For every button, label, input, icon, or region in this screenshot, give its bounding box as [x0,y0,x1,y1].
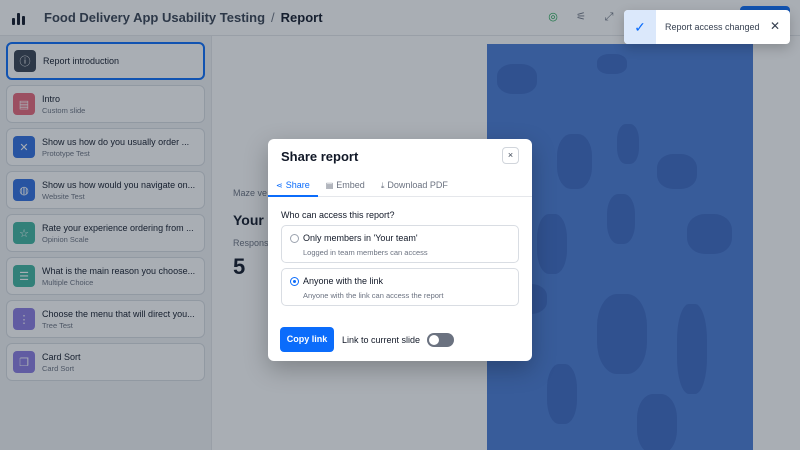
close-icon[interactable]: ✕ [770,19,780,33]
link-to-current-slide-toggle[interactable] [427,333,454,347]
copy-link-button[interactable]: Copy link [280,327,334,352]
dialog-title: Share report [281,149,359,164]
close-icon[interactable]: × [502,147,519,164]
tab-embed[interactable]: ▤ Embed [318,175,373,197]
download-icon: ⤓ [380,181,385,190]
checkmark-icon: ✓ [624,10,656,44]
option-title: Only members in 'Your team' [303,233,418,243]
tab-share[interactable]: ⋖ Share [268,175,318,197]
option-subtitle: Logged in team members can access [303,248,428,257]
tab-label: Share [285,180,310,190]
radio-anyone[interactable] [290,277,299,286]
share-tabs: ⋖ Share ▤ Embed ⤓ Download PDF [268,175,532,197]
radio-team[interactable] [290,234,299,243]
toast-message: Report access changed [665,22,760,32]
tab-label: Download PDF [387,180,448,190]
tab-download-pdf[interactable]: ⤓ Download PDF [373,175,456,197]
tab-label: Embed [336,180,365,190]
embed-icon: ▤ [325,181,334,190]
access-option-anyone[interactable]: Anyone with the link Anyone with the lin… [281,268,519,306]
notification-toast: ✓ Report access changed ✕ [624,10,790,44]
option-subtitle: Anyone with the link can access the repo… [303,291,444,300]
option-title: Anyone with the link [303,276,384,286]
access-question: Who can access this report? [281,210,395,220]
access-option-team[interactable]: Only members in 'Your team' Logged in te… [281,225,519,263]
share-icon: ⋖ [276,181,283,190]
link-to-current-slide-label: Link to current slide [342,335,421,345]
share-report-dialog: Share report × ⋖ Share ▤ Embed ⤓ Download P… [268,139,532,361]
